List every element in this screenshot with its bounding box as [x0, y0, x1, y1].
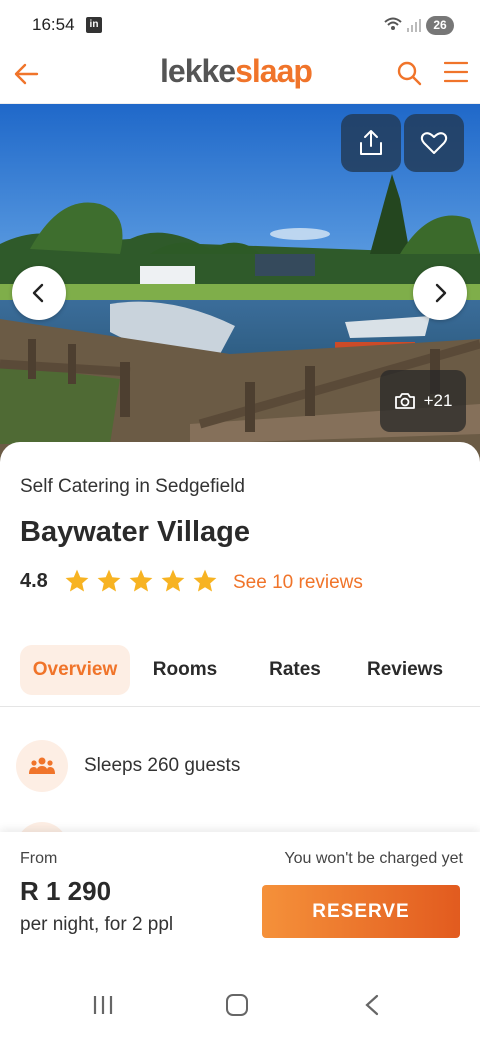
- wifi-icon: [384, 17, 402, 30]
- rating-value: 4.8: [20, 570, 48, 592]
- camera-icon: [394, 393, 415, 409]
- price: R 1 290: [20, 876, 112, 906]
- booking-bar: From R 1 290 per night, for 2 ppl You wo…: [0, 832, 480, 956]
- tab-overview[interactable]: Overview: [20, 645, 130, 695]
- reserve-button[interactable]: RESERVE: [262, 885, 460, 938]
- share-icon: [360, 130, 382, 155]
- logo[interactable]: lekkeslaap: [160, 53, 313, 90]
- photo-count-button[interactable]: +21: [380, 370, 466, 432]
- tab-rooms[interactable]: Rooms: [144, 645, 226, 695]
- star-icon: [65, 569, 89, 592]
- linkedin-icon: in: [86, 17, 102, 33]
- from-label: From: [20, 850, 58, 867]
- next-photo-button[interactable]: [413, 266, 467, 320]
- favorite-button[interactable]: [404, 114, 464, 172]
- chevron-left-icon: [32, 283, 44, 303]
- people-icon: [16, 740, 68, 792]
- listing-title: Baywater Village: [20, 516, 250, 548]
- chevron-right-icon: [435, 283, 447, 303]
- arrow-left-icon[interactable]: [12, 60, 40, 88]
- recent-apps-icon[interactable]: [92, 994, 114, 1016]
- search-icon[interactable]: [396, 60, 422, 86]
- listing-category: Self Catering in Sedgefield: [20, 476, 245, 497]
- system-navigation-bar: [0, 956, 480, 1040]
- previous-photo-button[interactable]: [12, 266, 66, 320]
- star-icon: [161, 569, 185, 592]
- tab-reviews[interactable]: Reviews: [358, 645, 452, 695]
- star-icon: [193, 569, 217, 592]
- logo-part-1: lekke: [160, 53, 236, 89]
- app-header: lekkeslaap: [0, 50, 480, 104]
- star-icon: [129, 569, 153, 592]
- see-reviews-link[interactable]: See 10 reviews: [233, 572, 363, 594]
- share-button[interactable]: [341, 114, 401, 172]
- heart-icon: [420, 132, 448, 154]
- not-charged-note: You won't be charged yet: [284, 850, 463, 867]
- hamburger-menu-icon[interactable]: [444, 60, 468, 84]
- status-time: 16:54: [32, 15, 75, 34]
- logo-part-2: slaap: [235, 53, 313, 89]
- system-back-icon[interactable]: [364, 994, 380, 1016]
- feature-item: Sleeps 260 guests: [16, 740, 240, 792]
- hero-gallery[interactable]: +21: [0, 104, 480, 464]
- status-bar: 16:54 in 26: [0, 0, 480, 50]
- feature-label: Sleeps 260 guests: [84, 755, 241, 776]
- rating-stars: [64, 568, 218, 594]
- home-icon[interactable]: [226, 994, 248, 1016]
- listing-details: Self Catering in Sedgefield Baywater Vil…: [0, 442, 480, 874]
- battery-indicator: 26: [426, 16, 454, 35]
- photo-count-label: +21: [423, 391, 453, 410]
- star-icon: [97, 569, 121, 592]
- signal-icon: [407, 19, 421, 32]
- section-tabs: Overview Rooms Rates Reviews: [0, 645, 480, 707]
- tab-rates[interactable]: Rates: [258, 645, 332, 695]
- price-unit: per night, for 2 ppl: [20, 914, 174, 935]
